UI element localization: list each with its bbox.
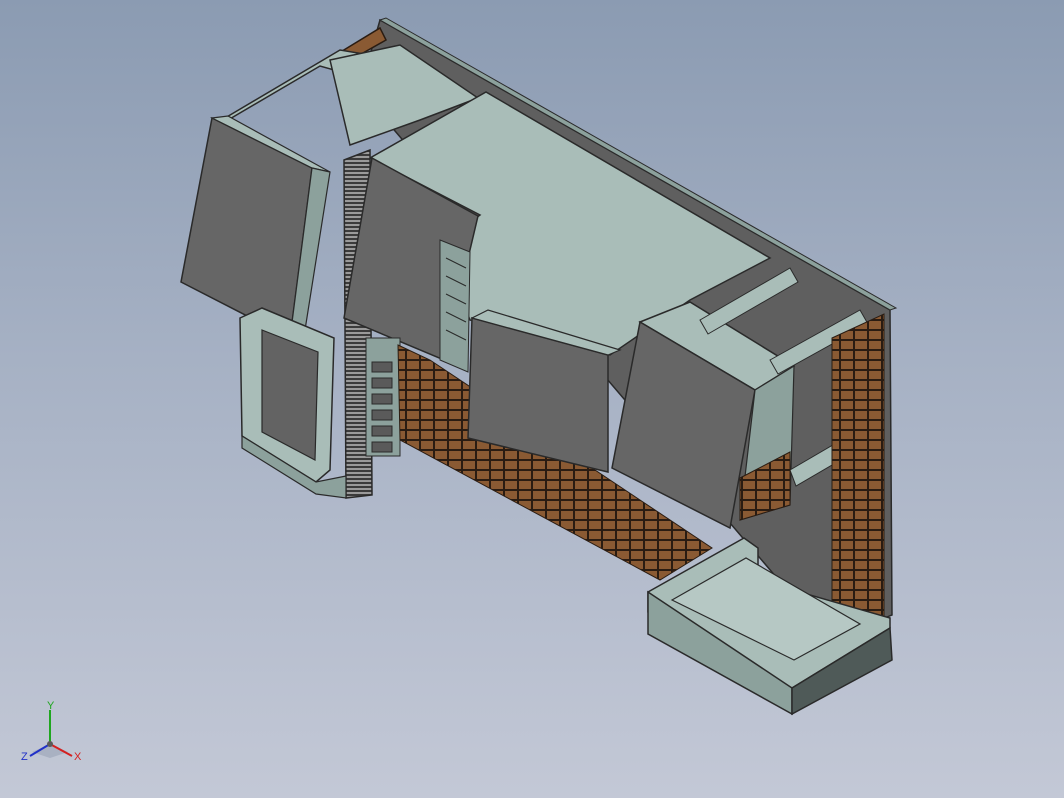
cad-viewport[interactable]: Y X Z — [0, 0, 1064, 798]
orientation-triad[interactable]: Y X Z — [18, 700, 88, 770]
y-axis-label: Y — [47, 700, 55, 712]
window-column — [365, 337, 401, 457]
right-wood-slat-wall — [831, 313, 885, 641]
3d-model-view[interactable] — [0, 0, 1064, 798]
stepped-notches — [439, 239, 471, 373]
triad-origin — [47, 741, 53, 747]
x-axis-label: X — [74, 751, 82, 763]
z-axis-label: Z — [21, 751, 28, 763]
